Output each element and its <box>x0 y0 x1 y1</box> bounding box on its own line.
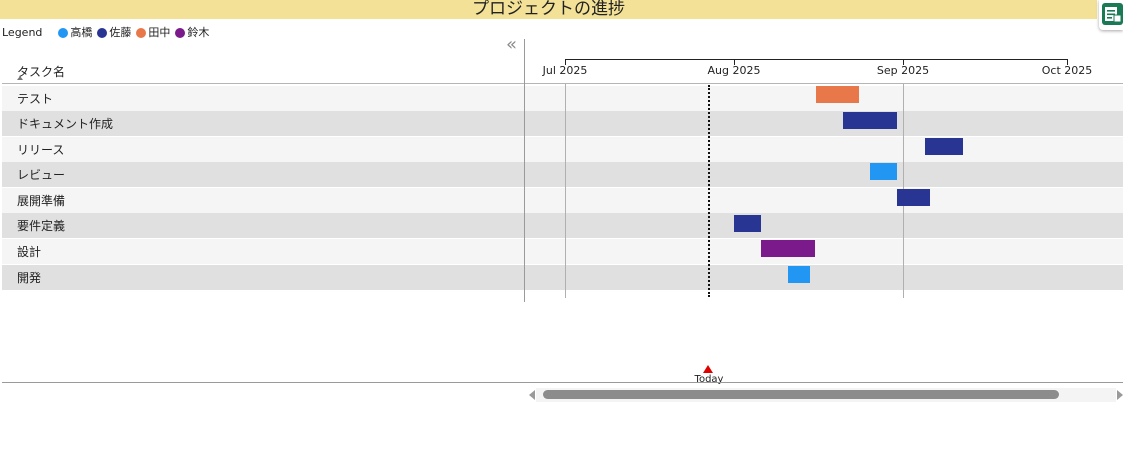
task-row <box>2 265 1123 290</box>
legend-item[interactable]: 鈴木 <box>175 26 209 40</box>
legend-dot-icon <box>175 28 186 38</box>
today-label: Today <box>694 374 724 385</box>
task-row <box>2 213 1123 238</box>
task-row <box>2 239 1123 264</box>
legend-dot-icon <box>58 28 69 38</box>
footer-divider <box>2 382 1123 383</box>
gantt-bar-design[interactable] <box>761 240 815 257</box>
legend-item[interactable]: 佐藤 <box>97 26 131 40</box>
month-gridline <box>565 84 566 298</box>
task-label[interactable]: 展開準備 <box>17 189 65 214</box>
legend-label: 田中 <box>148 26 171 39</box>
gantt-bar-deploy-prep[interactable] <box>897 189 930 206</box>
task-label[interactable]: 開発 <box>17 266 41 291</box>
gantt-bar-test[interactable] <box>816 86 859 103</box>
task-row <box>2 188 1123 213</box>
scroll-left-arrow-icon[interactable] <box>529 390 535 400</box>
legend-label: 鈴木 <box>187 26 210 39</box>
task-label[interactable]: 要件定義 <box>17 214 65 239</box>
axis-tick-label: Oct 2025 <box>1041 64 1093 77</box>
task-label[interactable]: 設計 <box>17 240 41 265</box>
task-row <box>2 111 1123 136</box>
report-icon <box>1102 3 1123 25</box>
legend-dot-icon <box>136 28 147 38</box>
panel-splitter[interactable] <box>524 39 525 302</box>
triangle-up-icon <box>703 365 713 373</box>
gantt-bar-documentation[interactable] <box>843 112 897 129</box>
double-chevron-left-icon[interactable]: « <box>506 36 517 54</box>
timeline-axis <box>565 59 1068 60</box>
task-row <box>2 162 1123 187</box>
legend-dot-icon <box>97 28 108 38</box>
task-label[interactable]: リリース <box>17 138 64 163</box>
legend-item[interactable]: 田中 <box>136 26 170 40</box>
gantt-bar-development[interactable] <box>788 266 810 283</box>
legend-label: 高橋 <box>70 26 93 39</box>
report-button[interactable] <box>1099 0 1123 30</box>
gantt-bar-review[interactable] <box>870 163 897 180</box>
axis-tick-label: Jul 2025 <box>542 64 588 77</box>
task-row <box>2 86 1123 111</box>
gantt-bar-requirements[interactable] <box>734 215 761 232</box>
sort-ascending-icon <box>17 76 23 80</box>
legend-item[interactable]: 高橋 <box>58 26 92 40</box>
gantt-bar-release[interactable] <box>925 138 963 155</box>
task-name-column-header[interactable]: タスク名 <box>17 63 65 80</box>
header-divider <box>2 83 1123 84</box>
task-label[interactable]: レビュー <box>17 163 65 188</box>
legend-title: Legend <box>2 26 43 39</box>
today-line <box>708 85 710 297</box>
task-label[interactable]: ドキュメント作成 <box>17 112 113 137</box>
axis-tick-label: Aug 2025 <box>707 64 761 77</box>
axis-tick-label: Sep 2025 <box>876 64 930 77</box>
legend-label: 佐藤 <box>109 26 132 39</box>
legend: Legend 高橋 佐藤 田中 鈴木 <box>2 26 214 40</box>
horizontal-scrollbar-thumb[interactable] <box>543 390 1059 399</box>
scroll-right-arrow-icon[interactable] <box>1117 390 1123 400</box>
task-label[interactable]: テスト <box>17 87 53 112</box>
page-title: プロジェクトの進捗 <box>0 0 1097 19</box>
